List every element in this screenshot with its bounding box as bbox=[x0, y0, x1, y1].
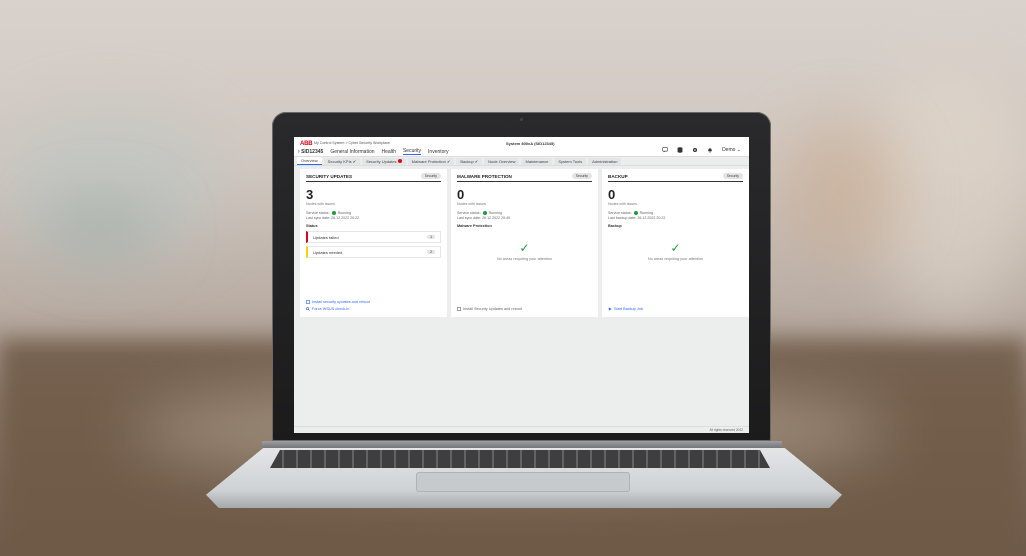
checkmark-icon: ✓ bbox=[519, 241, 530, 256]
play-icon bbox=[608, 307, 612, 311]
card-actions: Start Backup Job bbox=[608, 304, 643, 311]
footer: All rights reserved 2022 bbox=[294, 426, 749, 433]
laptop-screen: ABB My Control System > Cyber Security W… bbox=[294, 137, 749, 433]
camera bbox=[520, 118, 523, 121]
issue-count-label: Nodes with issues bbox=[306, 202, 335, 206]
tab-security-kpis[interactable]: Security KPIs ✔ bbox=[323, 157, 361, 165]
section-heading: Backup bbox=[608, 224, 622, 229]
backup-card: BACKUP Security 0 Nodes with issues Serv… bbox=[602, 169, 749, 317]
install-updates-action[interactable]: Install security updates and reboot bbox=[306, 300, 370, 304]
card-header: SECURITY UPDATES Security bbox=[306, 173, 441, 182]
keyboard bbox=[270, 450, 770, 468]
security-dashboard: ABB My Control System > Cyber Security W… bbox=[294, 137, 749, 433]
status-dot bbox=[633, 211, 638, 216]
abb-logo: ABB bbox=[300, 141, 313, 147]
tab-malware-protection[interactable]: Malware Protection ✔ bbox=[407, 157, 455, 165]
nav-inventory[interactable]: Inventory bbox=[428, 149, 449, 155]
last-backup: Last backup date: 26.12.2022 20:22 bbox=[608, 216, 666, 221]
nav-security[interactable]: Security bbox=[402, 148, 422, 155]
laptop-lid: ABB My Control System > Cyber Security W… bbox=[272, 112, 771, 441]
trackpad bbox=[416, 472, 630, 492]
database-icon[interactable] bbox=[677, 147, 683, 153]
gear-icon[interactable] bbox=[692, 147, 698, 153]
main-nav: › SID12345 General Information Health Se… bbox=[298, 148, 449, 155]
chat-icon[interactable] bbox=[662, 147, 668, 153]
last-sync: Last sync date: 26.12.2022 20:22 bbox=[306, 216, 360, 221]
issue-count: 0 bbox=[608, 187, 616, 202]
no-issues-message: No areas requiring your attention bbox=[647, 257, 704, 262]
tab-maintenance[interactable]: Maintenance bbox=[521, 157, 553, 165]
no-issues-message: No areas requiring your attention bbox=[496, 257, 553, 262]
issue-count: 0 bbox=[457, 187, 465, 202]
system-title: System 800xA (SID12345) bbox=[506, 141, 555, 146]
nav-health[interactable]: Health bbox=[382, 149, 396, 155]
status-dot bbox=[331, 211, 336, 216]
background-blur bbox=[40, 200, 160, 260]
card-title: MALWARE PROTECTION bbox=[457, 173, 512, 179]
tab-backup[interactable]: Backup ✔ bbox=[456, 157, 483, 165]
card-actions: Install Security Updates and reboot bbox=[457, 304, 522, 311]
background-blur bbox=[780, 120, 900, 260]
install-updates-action[interactable]: Install Security Updates and reboot bbox=[457, 307, 522, 311]
status-heading: Status bbox=[306, 224, 318, 229]
updates-needed-row[interactable]: Updates needed 2 bbox=[306, 246, 441, 259]
alert-badge bbox=[397, 159, 402, 164]
row-label: Updates failed bbox=[313, 234, 339, 240]
card-header: MALWARE PROTECTION Security bbox=[457, 173, 592, 182]
card-title: SECURITY UPDATES bbox=[306, 173, 353, 179]
copyright: All rights reserved 2022 bbox=[709, 428, 744, 432]
row-count: 1 bbox=[427, 235, 435, 240]
laptop-hinge bbox=[262, 441, 782, 449]
tab-node-overview[interactable]: Node Overview bbox=[484, 157, 520, 165]
security-tag: Security bbox=[420, 173, 441, 179]
force-wsus-action[interactable]: Force WSUS check-in bbox=[306, 307, 370, 311]
install-icon bbox=[457, 307, 461, 311]
service-status: Service status: Running bbox=[306, 211, 351, 216]
service-status: Service status: Running bbox=[608, 211, 653, 216]
security-tag: Security bbox=[571, 173, 592, 179]
start-backup-action[interactable]: Start Backup Job bbox=[608, 307, 643, 311]
malware-protection-card: MALWARE PROTECTION Security 0 Nodes with… bbox=[451, 169, 598, 317]
card-row: SECURITY UPDATES Security 3 Nodes with i… bbox=[300, 169, 749, 317]
card-title: BACKUP bbox=[608, 173, 628, 179]
issue-count-label: Nodes with issues bbox=[457, 202, 486, 206]
status-dot bbox=[482, 211, 487, 216]
search-icon bbox=[306, 307, 310, 311]
tab-system-tools[interactable]: System Tools bbox=[554, 157, 587, 165]
updates-failed-row[interactable]: Updates failed 1 bbox=[306, 231, 441, 244]
issue-count-label: Nodes with issues bbox=[608, 202, 637, 206]
security-tag: Security bbox=[722, 173, 743, 179]
last-sync: Last sync date: 26.12.2022 20:49 bbox=[457, 216, 511, 221]
tab-overview[interactable]: Overview bbox=[297, 157, 322, 165]
top-bar: ABB My Control System > Cyber Security W… bbox=[294, 137, 749, 157]
card-actions: Install security updates and reboot Forc… bbox=[306, 297, 370, 311]
user-menu[interactable]: Demo ⌄ bbox=[722, 147, 741, 153]
bell-icon[interactable] bbox=[707, 147, 713, 153]
tab-security-updates[interactable]: Security Updates bbox=[362, 157, 406, 165]
row-count: 2 bbox=[427, 250, 435, 255]
header-actions: Demo ⌄ bbox=[662, 147, 741, 153]
tab-administration[interactable]: Administration bbox=[588, 157, 622, 165]
security-updates-card: SECURITY UPDATES Security 3 Nodes with i… bbox=[300, 169, 447, 317]
card-header: BACKUP Security bbox=[608, 173, 743, 182]
breadcrumb[interactable]: My Control System > Cyber Security Workp… bbox=[314, 141, 390, 145]
nav-general-information[interactable]: General Information bbox=[330, 149, 374, 155]
checkmark-icon: ✓ bbox=[670, 241, 681, 256]
row-label: Updates needed bbox=[313, 249, 343, 255]
section-heading: Malware Protection bbox=[457, 224, 492, 229]
issue-count: 3 bbox=[306, 187, 314, 202]
tab-bar: Overview Security KPIs ✔ Security Update… bbox=[294, 157, 749, 166]
install-icon bbox=[306, 300, 310, 304]
system-selector[interactable]: › SID12345 bbox=[298, 149, 323, 155]
service-status: Service status: Running bbox=[457, 211, 502, 216]
